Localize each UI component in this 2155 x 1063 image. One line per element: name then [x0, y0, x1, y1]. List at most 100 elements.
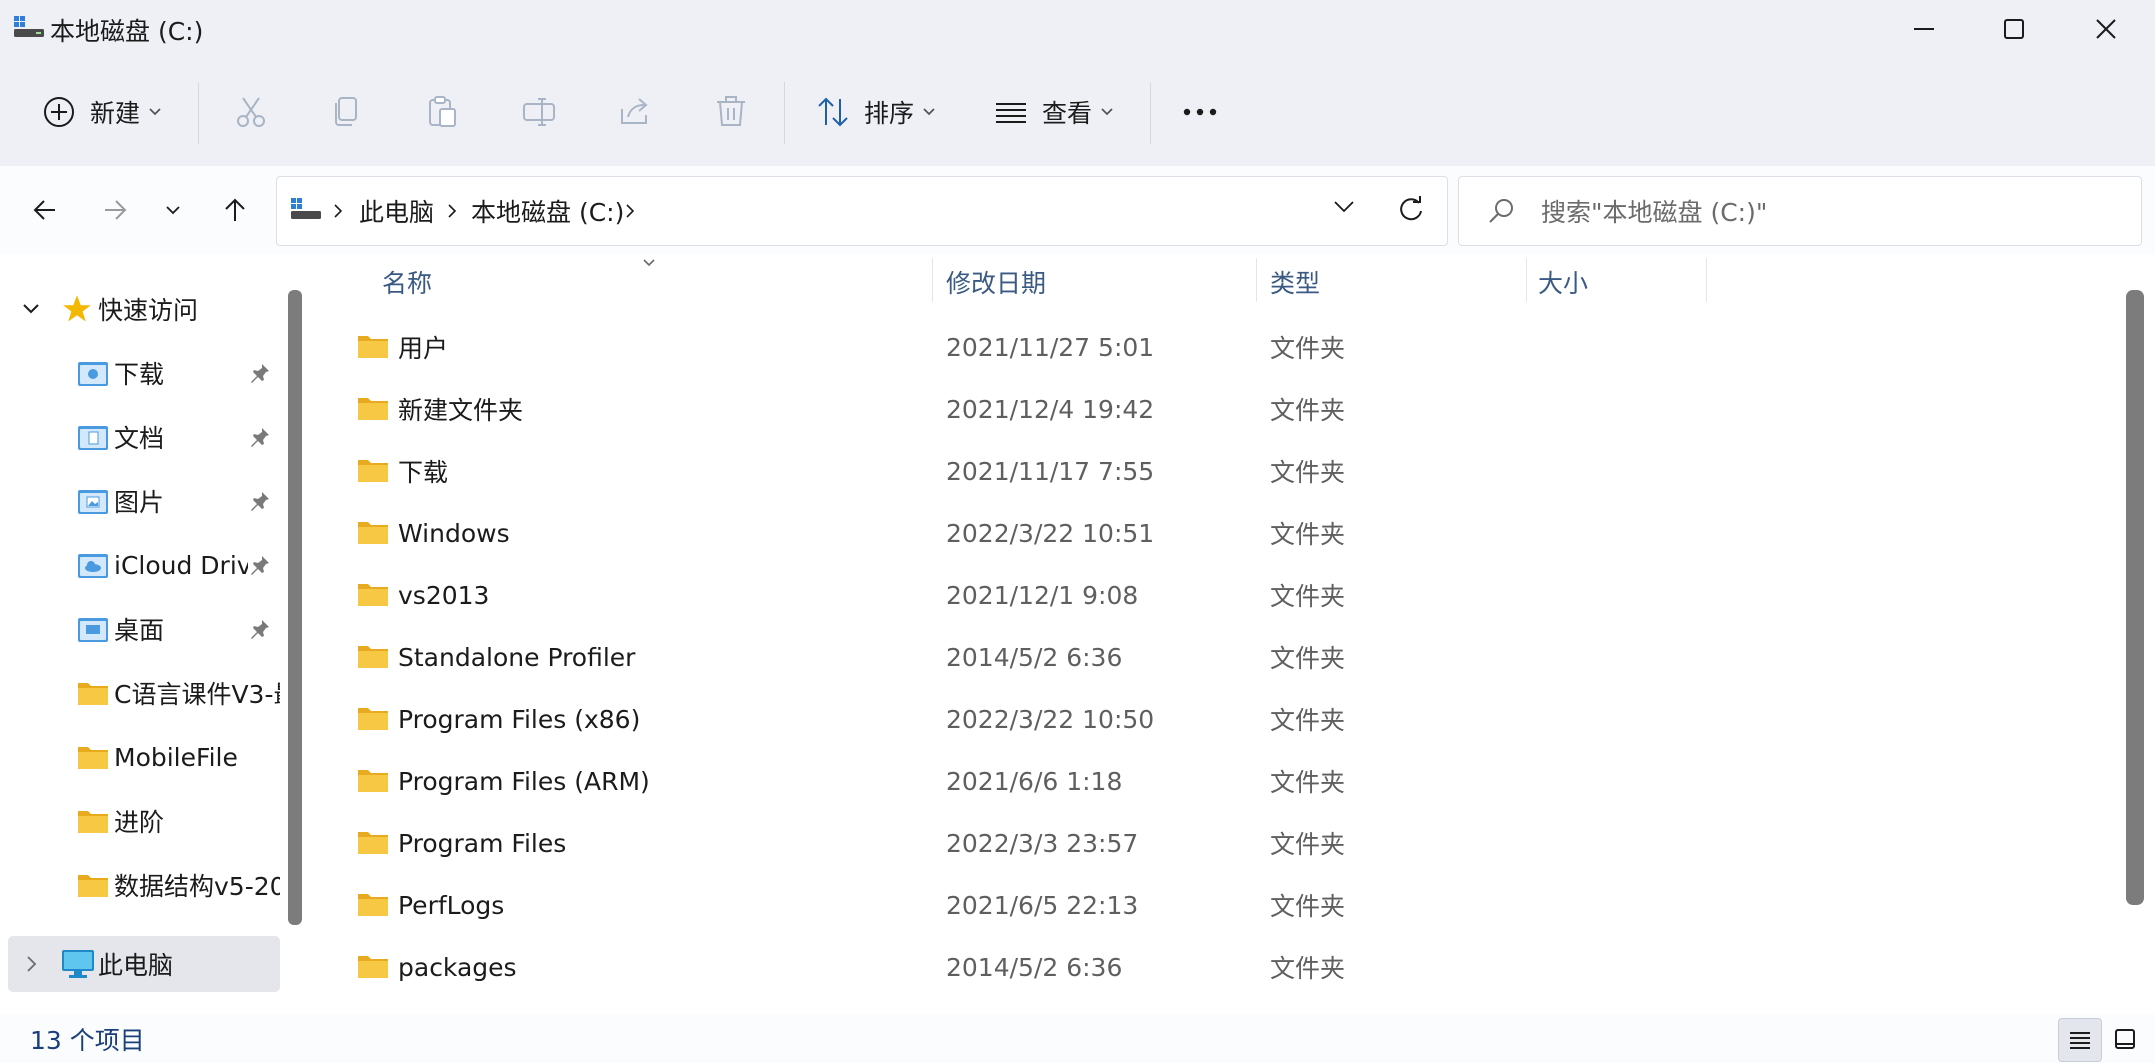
column-header-date[interactable]: 修改日期: [946, 254, 1046, 310]
share-button[interactable]: [618, 58, 652, 166]
up-button[interactable]: [214, 166, 256, 254]
file-row[interactable]: 下载 2021/11/17 7:55 文件夹: [316, 440, 2126, 502]
back-button[interactable]: [24, 166, 66, 254]
file-modified-date: 2021/11/27 5:01: [946, 332, 1155, 362]
column-header-type[interactable]: 类型: [1270, 254, 1320, 310]
column-divider[interactable]: [1706, 258, 1707, 302]
file-type: 文件夹: [1270, 644, 1346, 673]
details-view-button[interactable]: [2058, 1018, 2102, 1062]
address-history-button[interactable]: [1333, 199, 1355, 219]
chevron-down-icon: [1101, 108, 1113, 116]
pin-icon[interactable]: [250, 555, 270, 575]
view-button[interactable]: 查看: [994, 58, 1114, 166]
chevron-right-icon: [626, 204, 635, 218]
close-button[interactable]: [2060, 0, 2152, 58]
sidebar-item-this-pc[interactable]: 此电脑: [0, 932, 280, 996]
breadcrumb-local-disk[interactable]: 本地磁盘 (C:): [471, 177, 624, 245]
file-list: 名称 修改日期 类型 大小 用户 2021/11/27 5:01 文件夹 新建文件夹 2…: [316, 254, 2126, 1014]
sidebar-item-mobilefile[interactable]: MobileFile: [0, 725, 280, 789]
sidebar-label: 数据结构v5-202: [114, 872, 280, 901]
file-row[interactable]: Program Files (x86) 2022/3/22 10:50 文件夹: [316, 688, 2126, 750]
file-row[interactable]: Standalone Profiler 2014/5/2 6:36 文件夹: [316, 626, 2126, 688]
item-count: 13 个项目: [30, 1025, 145, 1055]
minimize-button[interactable]: [1878, 0, 1970, 58]
trash-icon: [717, 96, 745, 126]
recent-locations-button[interactable]: [158, 166, 188, 254]
file-modified-date: 2022/3/22 10:51: [946, 518, 1155, 548]
sidebar-label: 快速访问: [98, 296, 199, 325]
column-divider[interactable]: [1256, 258, 1257, 302]
sidebar-item-pictures[interactable]: 图片: [0, 469, 280, 533]
column-divider[interactable]: [1526, 258, 1527, 302]
file-type: 文件夹: [1270, 768, 1346, 797]
sidebar-item-downloads[interactable]: 下载: [0, 341, 280, 405]
share-icon: [621, 98, 648, 124]
sidebar-item-documents[interactable]: 文档: [0, 405, 280, 469]
maximize-button[interactable]: [1968, 0, 2060, 58]
cut-button[interactable]: [234, 58, 268, 166]
chevron-right-icon: [27, 956, 37, 972]
file-type: 文件夹: [1270, 458, 1346, 487]
file-row[interactable]: 用户 2021/11/27 5:01 文件夹: [316, 316, 2126, 378]
status-bar: 13 个项目: [0, 1014, 2155, 1063]
forward-button[interactable]: [94, 166, 136, 254]
sidebar-label: C语言课件V3-最: [114, 680, 280, 709]
folder-icon: [78, 683, 108, 705]
column-header-size[interactable]: 大小: [1538, 254, 1588, 310]
sidebar-item-desktop[interactable]: 桌面: [0, 597, 280, 661]
pin-icon[interactable]: [250, 491, 270, 511]
close-icon: [2096, 19, 2116, 39]
sidebar-scrollbar-thumb[interactable]: [288, 290, 302, 925]
file-modified-date: 2014/5/2 6:36: [946, 952, 1123, 982]
refresh-button[interactable]: [1397, 195, 1425, 227]
minimize-icon: [1914, 28, 1934, 30]
chevron-down-icon: [23, 304, 39, 314]
file-row[interactable]: 新建文件夹 2021/12/4 19:42 文件夹: [316, 378, 2126, 440]
new-button[interactable]: 新建: [42, 58, 162, 166]
sidebar-item-data-structures[interactable]: 数据结构v5-202: [0, 853, 280, 917]
file-row[interactable]: Program Files 2022/3/3 23:57 文件夹: [316, 812, 2126, 874]
file-name: PerfLogs: [398, 890, 505, 920]
file-name: Standalone Profiler: [398, 642, 636, 672]
sidebar-item-advanced[interactable]: 进阶: [0, 789, 280, 853]
file-row[interactable]: Program Files (ARM) 2021/6/6 1:18 文件夹: [316, 750, 2126, 812]
sort-button[interactable]: 排序: [816, 58, 936, 166]
folder-icon: [78, 811, 108, 833]
file-type: 文件夹: [1270, 520, 1346, 549]
command-bar: 新建 排序 查看: [0, 58, 2155, 167]
column-divider[interactable]: [932, 258, 933, 302]
search-box[interactable]: 搜索"本地磁盘 (C:)": [1458, 176, 2142, 246]
drive-icon: [14, 16, 44, 37]
file-modified-date: 2021/6/5 22:13: [946, 890, 1139, 920]
pin-icon[interactable]: [250, 619, 270, 639]
delete-button[interactable]: [714, 58, 748, 166]
file-row[interactable]: vs2013 2021/12/1 9:08 文件夹: [316, 564, 2126, 626]
paste-button[interactable]: [426, 58, 460, 166]
file-row[interactable]: PerfLogs 2021/6/5 22:13 文件夹: [316, 874, 2126, 936]
more-options-button[interactable]: [1182, 58, 1218, 166]
folder-icon: [358, 336, 388, 358]
drive-icon: [291, 198, 321, 219]
sidebar-label: 图片: [114, 488, 165, 517]
column-header-name[interactable]: 名称: [382, 254, 432, 310]
rename-button[interactable]: [522, 58, 556, 166]
pin-icon[interactable]: [250, 363, 270, 383]
copy-button[interactable]: [330, 58, 364, 166]
arrow-up-icon: [225, 198, 245, 221]
file-name: Program Files: [398, 828, 567, 858]
chevron-down-icon: [166, 206, 180, 215]
file-row[interactable]: Windows 2022/3/22 10:51 文件夹: [316, 502, 2126, 564]
folder-icon: [78, 747, 108, 769]
breadcrumb-this-pc[interactable]: 此电脑: [359, 177, 434, 245]
sidebar-item-c-course[interactable]: C语言课件V3-最: [0, 661, 280, 725]
address-bar[interactable]: 此电脑 本地磁盘 (C:): [276, 176, 1448, 246]
sidebar-item-quick-access[interactable]: 快速访问: [0, 277, 280, 341]
file-row[interactable]: packages 2014/5/2 6:36 文件夹: [316, 936, 2126, 998]
pin-icon[interactable]: [250, 427, 270, 447]
tiles-view-button[interactable]: [2104, 1018, 2146, 1060]
file-explorer-window: 本地磁盘 (C:) 新建 排序 查看 此电脑 本地磁盘 (C:) 搜索"本地磁盘…: [0, 0, 2155, 1063]
sidebar-item-icloud-drive[interactable]: iCloud Drive: [0, 533, 280, 597]
file-name: packages: [398, 952, 517, 982]
file-list-scrollbar-thumb[interactable]: [2126, 290, 2144, 905]
arrow-right-icon: [105, 200, 127, 220]
